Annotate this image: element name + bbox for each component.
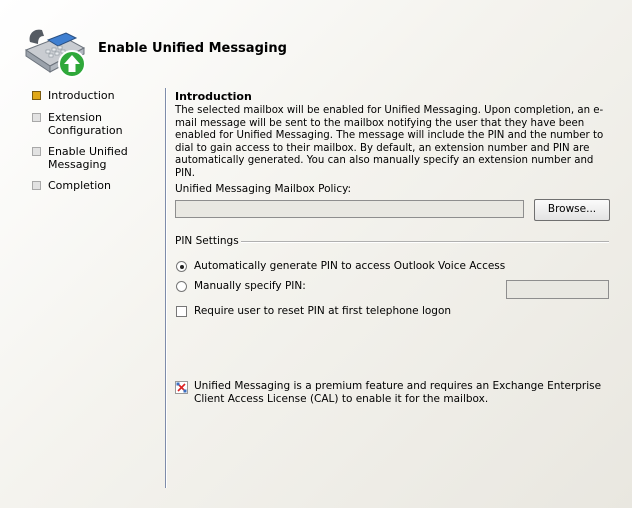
auto-pin-label[interactable]: Automatically generate PIN to access Out… (194, 260, 505, 272)
mailbox-policy-field[interactable] (175, 200, 524, 218)
steps-divider-highlight (166, 88, 167, 488)
reset-pin-checkbox[interactable] (176, 306, 187, 317)
wizard-title: Enable Unified Messaging (98, 41, 287, 56)
step-pending-icon (32, 113, 41, 122)
reset-pin-label[interactable]: Require user to reset PIN at first telep… (194, 305, 451, 317)
pin-settings-divider (241, 241, 609, 243)
browse-button[interactable]: Browse... (534, 199, 610, 221)
section-title: Introduction (175, 90, 252, 103)
step-current-icon (32, 91, 41, 100)
step-label: Extension Configuration (48, 111, 123, 137)
step-pending-icon (32, 147, 41, 156)
telephone-with-green-arrow-icon (24, 29, 86, 78)
premium-feature-note: Unified Messaging is a premium feature a… (194, 380, 602, 405)
wizard-header: Enable Unified Messaging (0, 0, 632, 84)
pin-settings-label: PIN Settings (175, 235, 239, 247)
step-pending-icon (32, 181, 41, 190)
premium-feature-icon (175, 381, 188, 394)
manual-pin-radio[interactable] (176, 281, 187, 292)
policy-label: Unified Messaging Mailbox Policy: (175, 183, 352, 195)
step-label: Introduction (48, 89, 115, 102)
intro-description: The selected mailbox will be enabled for… (175, 105, 604, 179)
manual-pin-input[interactable] (506, 280, 609, 299)
manual-pin-label[interactable]: Manually specify PIN: (194, 280, 306, 292)
step-label: Enable Unified Messaging (48, 145, 128, 171)
auto-pin-radio[interactable] (176, 261, 187, 272)
step-label: Completion (48, 179, 112, 192)
